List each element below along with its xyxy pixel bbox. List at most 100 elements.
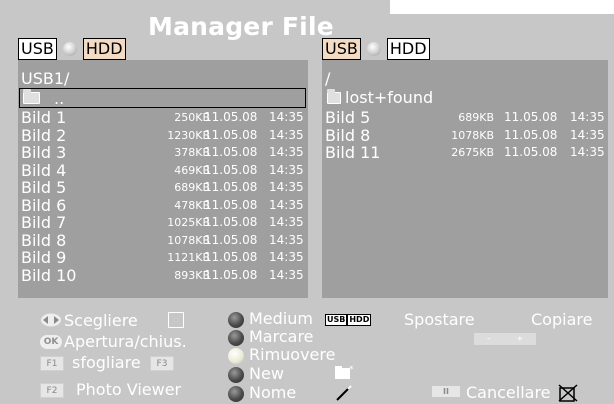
file-name: Bild 9: [21, 248, 67, 267]
file-date: 11.05.08: [504, 145, 558, 159]
file-name: Bild 4: [21, 160, 67, 180]
folder-icon: [327, 89, 341, 104]
navigate-arrows-icon: [41, 313, 61, 327]
file-date: 11.05.08: [204, 197, 258, 212]
file-name: Bild 7: [21, 213, 67, 232]
top-right-bar: [390, 0, 614, 14]
checkbox-icon: [168, 312, 184, 328]
file-date: 11.05.08: [204, 180, 258, 194]
file-row[interactable]: Bild 1 250KB 11.05.08 14:35: [18, 108, 308, 127]
file-date: 11.05.08: [204, 162, 258, 177]
file-row[interactable]: Bild 5 689KB 11.05.08 14:35: [322, 108, 608, 127]
file-date: 11.05.08: [504, 110, 558, 124]
file-time: 14:35: [570, 110, 605, 124]
toggle-indicator-icon: [62, 42, 77, 56]
file-row[interactable]: Bild 3 378KB 11.05.08 14:35: [18, 143, 308, 162]
file-size: 2675KB: [451, 146, 494, 159]
mini-usb: USB: [325, 314, 348, 326]
file-time: 14:35: [570, 145, 605, 159]
new-label: New: [249, 364, 284, 383]
file-name: Bild 6: [21, 195, 67, 215]
hdd-option[interactable]: HDD: [386, 38, 430, 60]
file-time: 14:35: [269, 162, 304, 177]
file-time: 14:35: [269, 110, 304, 124]
copy-label: Copiare: [531, 310, 593, 329]
new-folder-icon: *: [335, 365, 354, 379]
folder-row[interactable]: lost+found: [322, 88, 608, 108]
plus-icon: +: [516, 334, 524, 343]
left-source-toggle[interactable]: USB HDD: [18, 38, 126, 60]
file-name: Bild 5: [325, 108, 371, 127]
file-time: 14:35: [269, 215, 304, 229]
f3-key[interactable]: F3: [150, 356, 174, 371]
open-folder-icon: [23, 89, 40, 104]
blue-button-icon: [228, 367, 244, 383]
file-row[interactable]: Bild 8 1078KB 11.05.08 14:35: [18, 230, 308, 250]
file-row[interactable]: Bild 10 893KB 11.05.08 14:35: [18, 265, 308, 285]
file-time: 14:35: [570, 127, 605, 142]
file-name: Bild 1: [21, 108, 67, 127]
pencil-icon: [336, 385, 352, 401]
file-row[interactable]: Bild 8 1078KB 11.05.08 14:35: [322, 125, 608, 145]
file-date: 11.05.08: [204, 215, 258, 229]
file-row[interactable]: Bild 7 1025KB 11.05.08 14:35: [18, 213, 308, 232]
left-path: USB1/: [21, 69, 70, 88]
file-time: 14:35: [269, 197, 304, 212]
file-name: Bild 3: [21, 143, 67, 162]
file-date: 11.05.08: [204, 145, 258, 159]
page-title: Manager File: [148, 12, 334, 41]
f1-key[interactable]: F1: [40, 356, 64, 371]
parent-folder-row[interactable]: ..: [19, 88, 306, 108]
file-time: 14:35: [269, 145, 304, 159]
parent-folder-label: ..: [54, 89, 65, 108]
file-name: Bild 10: [21, 265, 77, 285]
file-row[interactable]: Bild 4 469KB 11.05.08 14:35: [18, 160, 308, 180]
f2-key[interactable]: F2: [40, 383, 64, 398]
file-time: 14:35: [269, 250, 304, 264]
remove-label: Rimuovere: [249, 345, 336, 364]
file-date: 11.05.08: [204, 232, 258, 247]
minus-icon: –: [486, 334, 491, 343]
move-label: Spostare: [404, 310, 475, 329]
file-size: 689KB: [458, 111, 494, 124]
file-row[interactable]: Bild 9 1121KB 11.05.08 14:35: [18, 248, 308, 267]
file-time: 14:35: [269, 232, 304, 247]
usb-option[interactable]: USB: [322, 38, 361, 60]
file-time: 14:35: [269, 267, 304, 282]
file-time: 14:35: [269, 127, 304, 142]
mark-label: Marcare: [249, 327, 314, 346]
mini-hdd: HDD: [347, 314, 372, 326]
file-date: 11.05.08: [204, 110, 258, 124]
delete-label: Cancellare: [466, 383, 551, 402]
svg-text:*: *: [349, 365, 354, 375]
usb-option[interactable]: USB: [18, 38, 57, 60]
name-label: Nome: [249, 383, 297, 402]
left-file-panel: USB1/ .. Bild 1 250KB 11.05.08 14:35 Bild 21…: [18, 60, 308, 298]
open-close-label: Apertura/chius.: [64, 332, 187, 351]
medium-label: Medium: [249, 309, 313, 328]
file-date: 11.05.08: [504, 127, 558, 142]
file-name: Bild 11: [325, 143, 381, 162]
right-file-panel: / lost+found Bild 5 689KB 11.05.08 14:35 Bil…: [322, 60, 608, 298]
pause-key-icon[interactable]: II: [432, 386, 460, 397]
green-button-icon: [228, 330, 244, 346]
file-row[interactable]: Bild 11 2675KB 11.05.08 14:35: [322, 143, 608, 162]
file-name: Bild 2: [21, 125, 67, 145]
hdd-option[interactable]: HDD: [82, 38, 126, 60]
file-name: Bild 8: [21, 230, 67, 250]
minus-plus-button[interactable]: – +: [474, 333, 536, 345]
file-time: 14:35: [269, 180, 304, 194]
file-date: 11.05.08: [204, 127, 258, 142]
file-row[interactable]: Bild 2 1230KB 11.05.08 14:35: [18, 125, 308, 145]
file-row[interactable]: Bild 6 478KB 11.05.08 14:35: [18, 195, 308, 215]
delete-box-icon: [558, 384, 578, 402]
white-button-icon: [228, 386, 244, 402]
select-label: Scegliere: [64, 311, 138, 330]
yellow-button-icon: [228, 348, 244, 364]
file-date: 11.05.08: [204, 250, 258, 264]
file-date: 11.05.08: [204, 267, 258, 282]
file-name: Bild 8: [325, 125, 371, 145]
right-source-toggle[interactable]: USB HDD: [322, 38, 430, 60]
file-row[interactable]: Bild 5 689KB 11.05.08 14:35: [18, 180, 308, 196]
mini-source-toggle-icon: USB HDD: [325, 314, 372, 326]
